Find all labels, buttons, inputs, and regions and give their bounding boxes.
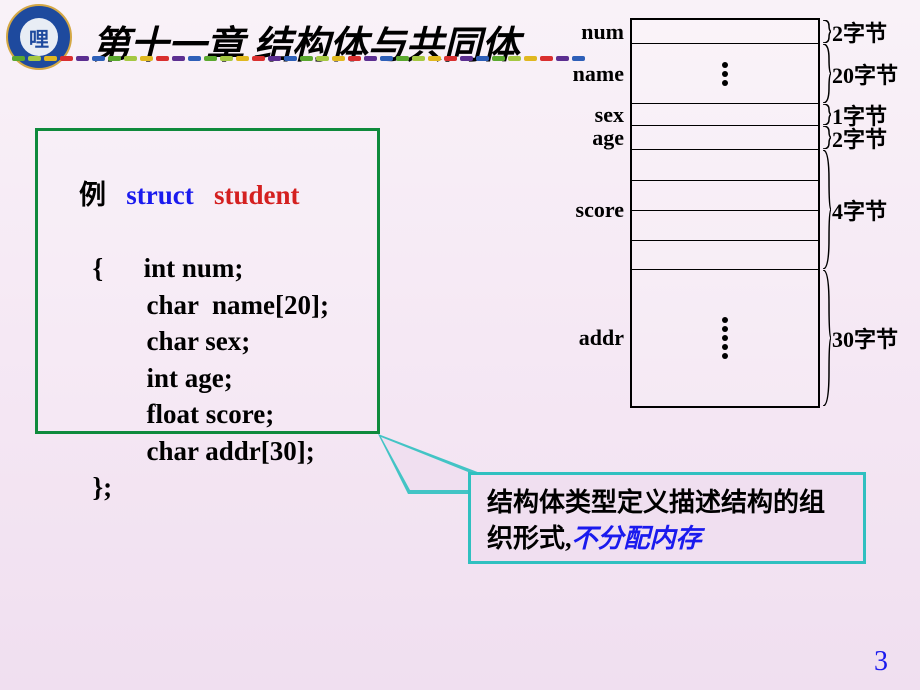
code-line: { int num; [52, 250, 363, 286]
decorative-divider [12, 56, 589, 61]
field-label: addr [579, 325, 624, 351]
field-label: name [573, 61, 624, 87]
page-number: 3 [874, 646, 888, 678]
memory-layout-diagram: num2字节name20字节sex1字节age2字节score4字节addr30… [630, 18, 820, 408]
ellipsis-dots-icon [722, 62, 728, 86]
brace-icon [823, 150, 831, 269]
memory-field-score: score4字节 [632, 150, 818, 270]
memory-field-sex: sex1字节 [632, 104, 818, 126]
memory-field-age: age2字节 [632, 126, 818, 150]
field-size: 2字节 [832, 122, 887, 154]
memory-field-addr: addr30字节 [632, 270, 818, 406]
code-line: 例 struct student [52, 141, 363, 250]
code-line: float score; [52, 396, 363, 432]
brace-icon [823, 20, 831, 43]
field-size: 20字节 [832, 58, 898, 90]
code-line: char name[20]; [52, 287, 363, 323]
memory-field-name: name20字节 [632, 44, 818, 104]
memory-field-num: num2字节 [632, 20, 818, 44]
field-size: 30字节 [832, 322, 898, 354]
brace-icon [823, 270, 831, 406]
brace-icon [823, 126, 831, 149]
brace-icon [823, 104, 831, 125]
field-label: score [576, 197, 624, 223]
field-size: 4字节 [832, 194, 887, 226]
field-label: age [592, 125, 624, 151]
code-example-box: 例 struct student { int num; char name[20… [35, 128, 380, 434]
code-line: char addr[30]; [52, 433, 363, 469]
ellipsis-dots-icon [722, 317, 728, 359]
code-line: char sex; [52, 323, 363, 359]
logo-text: 哩 [20, 18, 58, 56]
code-line: int age; [52, 360, 363, 396]
note-box: 结构体类型定义描述结构的组织形式,不分配内存 [468, 472, 866, 564]
brace-icon [823, 44, 831, 103]
code-line: }; [52, 469, 363, 505]
field-size: 2字节 [832, 16, 887, 48]
field-label: num [581, 19, 624, 45]
note-emphasis: 不分配内存 [572, 524, 702, 553]
